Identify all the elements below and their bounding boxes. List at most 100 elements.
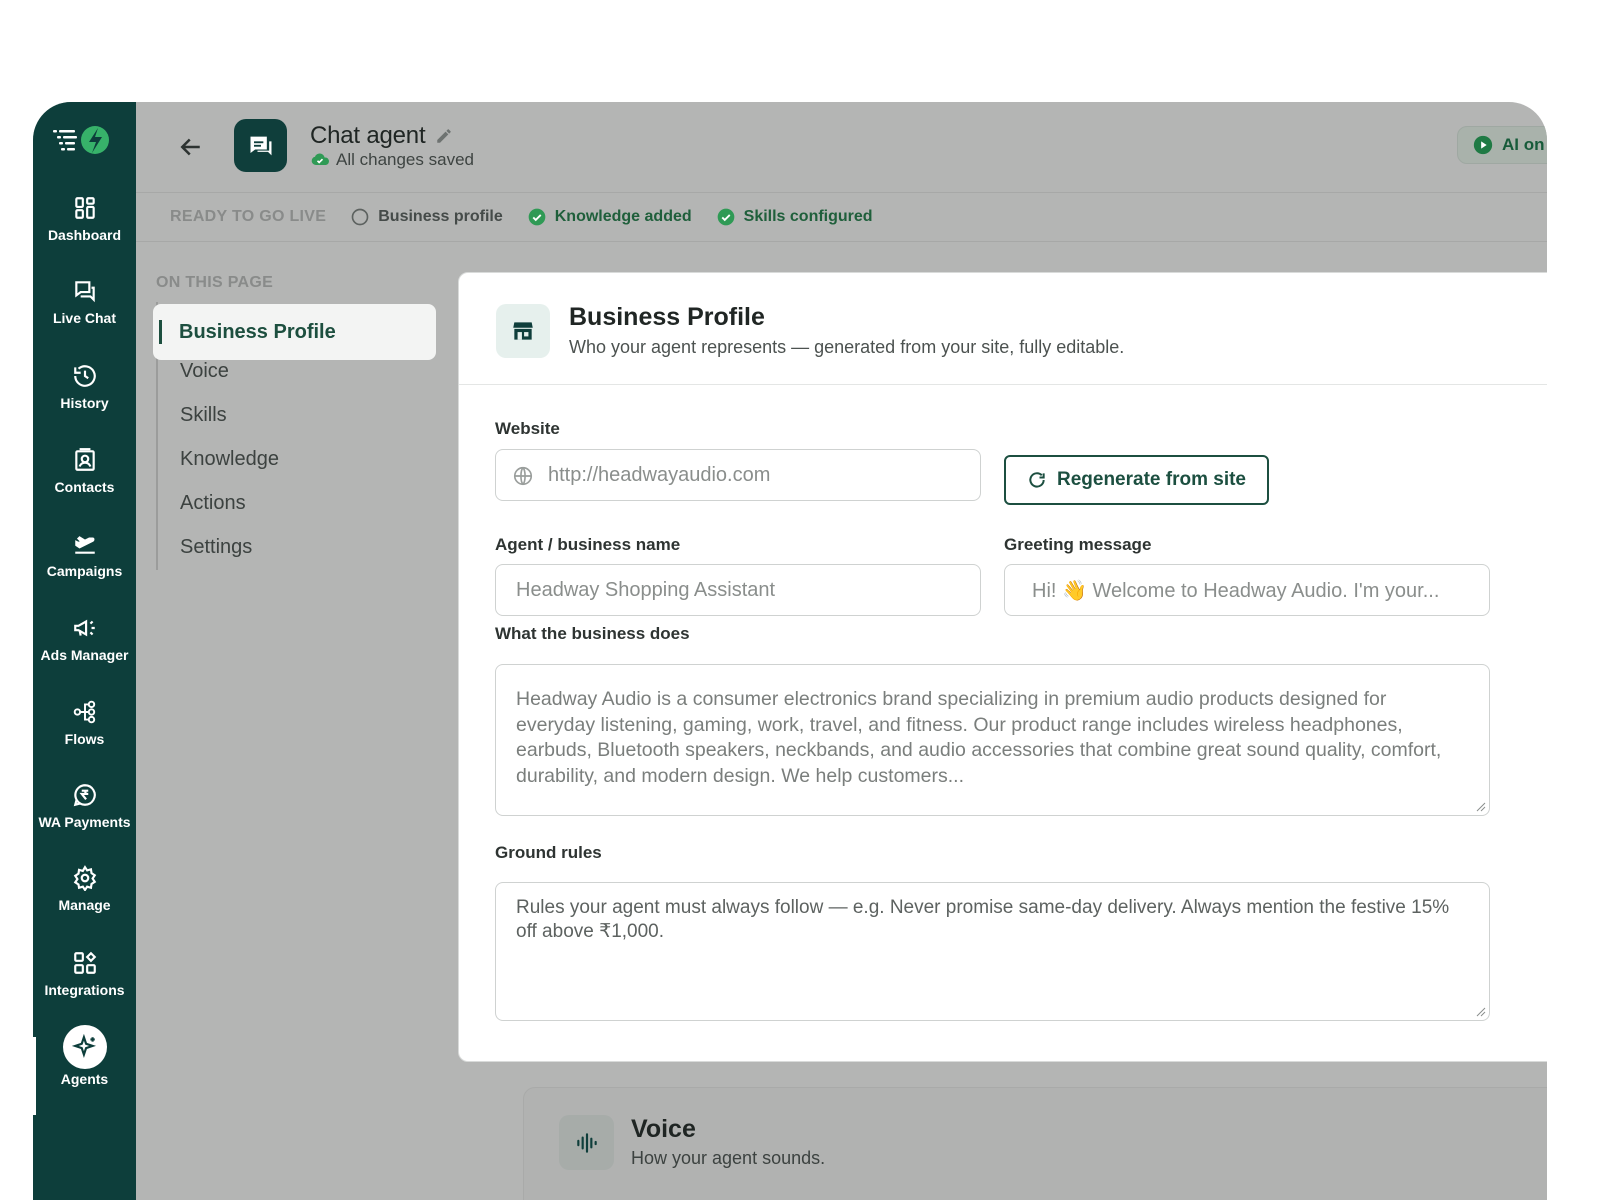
- business-description-textarea[interactable]: Headway Audio is a consumer electronics …: [495, 664, 1490, 816]
- flows-icon: [73, 700, 95, 724]
- page-title[interactable]: Chat agent: [310, 122, 453, 150]
- agent-name: Chat agent: [310, 122, 426, 149]
- chat-icon: [74, 281, 95, 303]
- business-name-placeholder: Headway Shopping Assistant: [516, 578, 776, 601]
- check-label: Business profile: [378, 208, 503, 225]
- voice-icon-tile: [559, 1115, 614, 1170]
- check-business-profile[interactable]: Business profile: [350, 207, 503, 227]
- agent-avatar: [234, 119, 287, 172]
- circle-empty-icon: [351, 208, 369, 226]
- waveform-icon: [576, 1132, 597, 1153]
- toc-heading: ON THIS PAGE: [156, 274, 274, 291]
- resize-handle-icon[interactable]: [1476, 802, 1486, 812]
- check-knowledge[interactable]: Knowledge added: [527, 207, 692, 227]
- sidebar-item-manage[interactable]: Manage: [33, 865, 136, 945]
- business-profile-card: Business Profile Who your agent represen…: [458, 272, 1547, 1062]
- integrations-icon: [73, 951, 96, 974]
- greeting-input[interactable]: Hi! 👋 Welcome to Headway Audio. I'm your…: [1004, 564, 1490, 616]
- page-header: Chat agent All changes saved AI on: [136, 102, 1547, 193]
- back-button[interactable]: [176, 132, 206, 162]
- sidebar-item-label: Contacts: [54, 479, 115, 495]
- check-label: Knowledge added: [554, 208, 692, 225]
- pencil-icon[interactable]: [435, 127, 453, 145]
- toc-item-settings[interactable]: Settings: [180, 536, 252, 559]
- history-icon: [73, 365, 96, 387]
- arrow-left-icon: [180, 138, 200, 156]
- chat-bubble-icon: [250, 136, 271, 155]
- sidebar-item-live-chat[interactable]: Live Chat: [33, 278, 136, 358]
- readiness-bar: READY TO GO LIVE Business profile Knowle…: [136, 193, 1547, 242]
- voice-subtitle: How your agent sounds.: [631, 1148, 826, 1168]
- sidebar-item-label: WA Payments: [38, 814, 131, 830]
- campaigns-icon: [74, 536, 95, 554]
- logo: [51, 122, 115, 158]
- check-label: Skills configured: [743, 208, 873, 225]
- website-input[interactable]: http://headwayaudio.com: [495, 449, 981, 501]
- toc-item-actions[interactable]: Actions: [180, 492, 246, 515]
- resize-handle-icon[interactable]: [1476, 1007, 1486, 1017]
- app-window: Dashboard Live Chat History Contacts Cam…: [33, 102, 1547, 1200]
- ai-toggle-label: AI on: [1502, 135, 1545, 154]
- save-status-text: All changes saved: [336, 150, 474, 169]
- voice-title: Voice: [631, 1115, 696, 1143]
- readiness-label: READY TO GO LIVE: [170, 208, 327, 225]
- ground-rules-textarea[interactable]: Rules your agent must always follow — e.…: [495, 882, 1490, 1021]
- sidebar-item-contacts[interactable]: Contacts: [33, 447, 136, 527]
- sidebar-item-label: Integrations: [44, 982, 125, 998]
- card-header: Business Profile Who your agent represen…: [459, 273, 1547, 385]
- card-title: Business Profile: [569, 303, 765, 331]
- sparkle-icon: [71, 1034, 96, 1059]
- ground-rules-placeholder: Rules your agent must always follow — e.…: [516, 897, 1450, 942]
- sidebar-item-label: History: [60, 395, 109, 411]
- contacts-icon: [74, 448, 95, 471]
- greeting-label: Greeting message: [1004, 535, 1152, 554]
- business-name-input[interactable]: Headway Shopping Assistant: [495, 564, 981, 616]
- sidebar-item-label: Agents: [60, 1071, 109, 1087]
- toc-item-voice[interactable]: Voice: [180, 360, 229, 383]
- agents-active-circle: [62, 1025, 107, 1069]
- toc-item-business-profile[interactable]: Business Profile: [153, 304, 436, 360]
- play-circle-icon: [1473, 135, 1493, 155]
- rupee-icon: [73, 784, 96, 807]
- website-value: http://headwayaudio.com: [548, 463, 771, 486]
- does-label: What the business does: [495, 624, 690, 643]
- voice-card: Voice How your agent sounds.: [523, 1087, 1547, 1200]
- check-circle-icon: [717, 208, 734, 226]
- card-subtitle: Who your agent represents — generated fr…: [569, 337, 1125, 357]
- refresh-icon: [1029, 472, 1045, 488]
- sidebar-item-wa-payments[interactable]: WA Payments: [33, 782, 136, 862]
- regenerate-label: Regenerate from site: [1056, 469, 1246, 490]
- store-icon: [513, 322, 533, 340]
- toc-item-knowledge[interactable]: Knowledge: [180, 448, 279, 471]
- website-label: Website: [495, 419, 560, 438]
- rules-label: Ground rules: [495, 843, 602, 862]
- sidebar-item-label: Ads Manager: [40, 647, 129, 663]
- toc-item-skills[interactable]: Skills: [180, 404, 227, 427]
- greeting-placeholder: Hi! 👋 Welcome to Headway Audio. I'm your…: [1032, 579, 1440, 602]
- sidebar-item-label: Campaigns: [46, 563, 123, 579]
- sidebar-item-campaigns[interactable]: Campaigns: [33, 531, 136, 611]
- sidebar-item-history[interactable]: History: [33, 363, 136, 443]
- sidebar-item-label: Live Chat: [52, 310, 116, 326]
- sidebar-item-flows[interactable]: Flows: [33, 699, 136, 779]
- store-icon-tile: [496, 304, 550, 358]
- check-skills[interactable]: Skills configured: [716, 207, 873, 227]
- business-description-text: Headway Audio is a consumer electronics …: [516, 688, 1442, 787]
- name-label: Agent / business name: [495, 535, 681, 554]
- sidebar: Dashboard Live Chat History Contacts Cam…: [33, 102, 136, 1200]
- sidebar-item-label: Manage: [58, 897, 111, 913]
- check-circle-icon: [528, 208, 546, 226]
- sidebar-item-integrations[interactable]: Integrations: [33, 950, 136, 1030]
- toc-nav: Business Profile Voice Skills Knowledge …: [153, 302, 438, 570]
- save-status: All changes saved: [310, 150, 474, 170]
- sidebar-item-agents[interactable]: Agents: [33, 1025, 136, 1105]
- sidebar-item-ads-manager[interactable]: Ads Manager: [33, 615, 136, 695]
- megaphone-icon: [73, 619, 95, 637]
- ai-toggle[interactable]: AI on: [1457, 126, 1547, 164]
- regenerate-button[interactable]: Regenerate from site: [1004, 455, 1269, 505]
- sidebar-item-dashboard[interactable]: Dashboard: [33, 195, 136, 275]
- sidebar-item-label: Flows: [64, 731, 105, 747]
- cloud-check-icon: [311, 153, 330, 165]
- dashboard-icon: [74, 197, 95, 219]
- globe-icon: [513, 466, 533, 486]
